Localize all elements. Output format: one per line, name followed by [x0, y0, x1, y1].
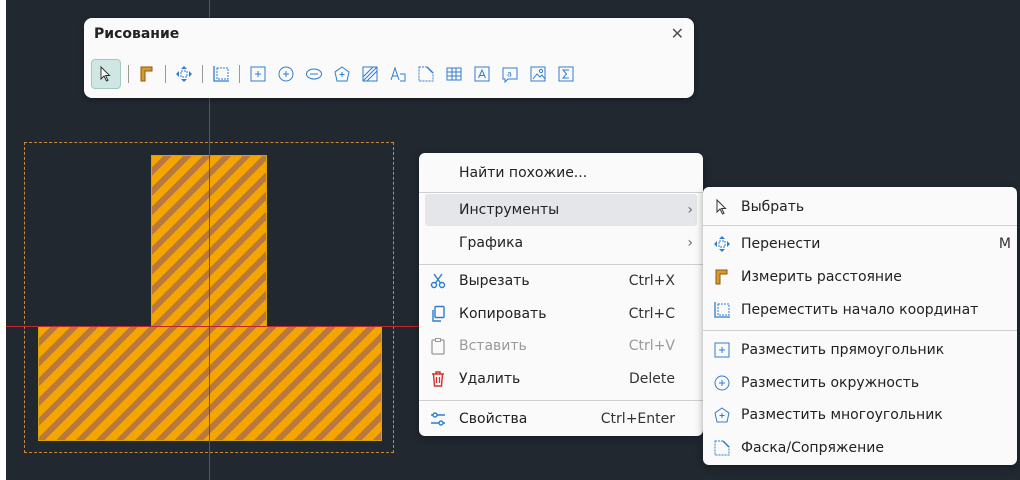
menu-item-delete[interactable]: Удалить Delete [425, 363, 697, 395]
rectangle-icon [713, 341, 731, 359]
menu-separator [703, 225, 1017, 226]
context-menu: Найти похожие... Инструменты › Графика ›… [419, 153, 703, 436]
measure-icon [713, 268, 731, 286]
submenu-item-measure[interactable]: Измерить расстояние [709, 261, 1011, 293]
submenu-item-chamfer-fillet[interactable]: Фаска/Сопряжение [709, 432, 1011, 464]
svg-text:a: a [507, 70, 512, 79]
toolbar-separator [165, 65, 166, 83]
submenu-item-label: Фаска/Сопряжение [741, 440, 884, 456]
sliders-icon [429, 410, 447, 428]
menu-item-paste[interactable]: Вставить Ctrl+V [425, 330, 697, 362]
paste-icon [429, 337, 447, 355]
submenu-item-label: Разместить многоугольник [741, 407, 943, 423]
polygon-icon [713, 406, 731, 424]
rectangle-icon[interactable] [247, 63, 269, 85]
chamfer-icon[interactable] [415, 63, 437, 85]
move-icon [713, 235, 731, 253]
submenu-item-shortcut: M [998, 236, 1011, 252]
menu-item-shortcut: Ctrl+X [628, 273, 675, 289]
submenu-item-label: Разместить прямоугольник [741, 342, 945, 358]
submenu-item-select[interactable]: Выбрать [709, 191, 1011, 223]
t-shape-bottom-part[interactable] [38, 326, 382, 441]
text-curve-icon[interactable] [387, 63, 409, 85]
menu-item-shortcut: Ctrl+Enter [600, 411, 675, 427]
menu-separator [703, 330, 1017, 331]
submenu-item-place-rectangle[interactable]: Разместить прямоугольник [709, 334, 1011, 366]
move-origin-icon[interactable] [210, 63, 232, 85]
menu-separator [419, 192, 703, 193]
select-arrow-icon[interactable] [91, 59, 121, 89]
toolbar-separator [239, 65, 240, 83]
ellipse-icon[interactable] [303, 63, 325, 85]
submenu-item-label: Перенести [741, 236, 821, 252]
menu-item-label: Вырезать [459, 273, 530, 289]
menu-item-find-similar[interactable]: Найти похожие... [425, 157, 697, 189]
close-icon[interactable]: ✕ [671, 24, 684, 43]
x-axis-line [6, 326, 419, 327]
submenu-item-label: Переместить начало координат [741, 302, 979, 318]
menu-item-graphics[interactable]: Графика › [425, 227, 697, 259]
toolbar-title: Рисование [94, 26, 180, 42]
tools-submenu: Выбрать Перенести M Измерить расстояние … [703, 187, 1017, 465]
submenu-item-place-polygon[interactable]: Разместить многоугольник [709, 399, 1011, 431]
move-origin-icon [713, 301, 731, 319]
text-box-icon[interactable] [471, 63, 493, 85]
chevron-right-icon: › [687, 202, 693, 218]
menu-item-label: Инструменты [459, 202, 560, 218]
table-icon[interactable] [443, 63, 465, 85]
menu-item-shortcut: Ctrl+C [628, 306, 675, 322]
menu-item-tools[interactable]: Инструменты › [425, 194, 697, 226]
chevron-right-icon: › [687, 235, 693, 251]
menu-item-properties[interactable]: Свойства Ctrl+Enter [425, 403, 697, 435]
menu-item-shortcut: Ctrl+V [628, 338, 675, 354]
menu-item-label: Свойства [459, 411, 528, 427]
hatch-icon[interactable] [359, 63, 381, 85]
submenu-item-label: Измерить расстояние [741, 269, 902, 285]
formula-icon[interactable] [555, 63, 577, 85]
select-arrow-icon [713, 198, 731, 216]
menu-item-copy[interactable]: Копировать Ctrl+C [425, 298, 697, 330]
drawing-toolbar: Рисование ✕ a [84, 18, 694, 98]
submenu-item-label: Выбрать [741, 199, 805, 215]
image-icon[interactable] [527, 63, 549, 85]
toolbar-separator [128, 65, 129, 83]
submenu-item-move[interactable]: Перенести M [709, 228, 1011, 260]
menu-item-label: Вставить [459, 338, 527, 354]
circle-icon[interactable] [275, 63, 297, 85]
label-icon[interactable]: a [499, 63, 521, 85]
submenu-item-label: Разместить окружность [741, 375, 920, 391]
menu-item-label: Копировать [459, 306, 547, 322]
scissors-icon [429, 272, 447, 290]
circle-icon [713, 374, 731, 392]
polygon-icon[interactable] [331, 63, 353, 85]
menu-item-label: Графика [459, 235, 524, 251]
chamfer-icon [713, 439, 731, 457]
submenu-item-place-circle[interactable]: Разместить окружность [709, 367, 1011, 399]
move-icon[interactable] [173, 63, 195, 85]
measure-icon[interactable] [136, 63, 158, 85]
trash-icon [429, 370, 447, 388]
menu-item-label: Найти похожие... [459, 165, 588, 181]
toolbar-separator [202, 65, 203, 83]
menu-item-shortcut: Delete [629, 371, 675, 387]
menu-item-cut[interactable]: Вырезать Ctrl+X [425, 265, 697, 297]
copy-icon [429, 305, 447, 323]
menu-separator [419, 400, 703, 401]
menu-item-label: Удалить [459, 371, 521, 387]
submenu-item-move-origin[interactable]: Переместить начало координат [709, 294, 1011, 326]
